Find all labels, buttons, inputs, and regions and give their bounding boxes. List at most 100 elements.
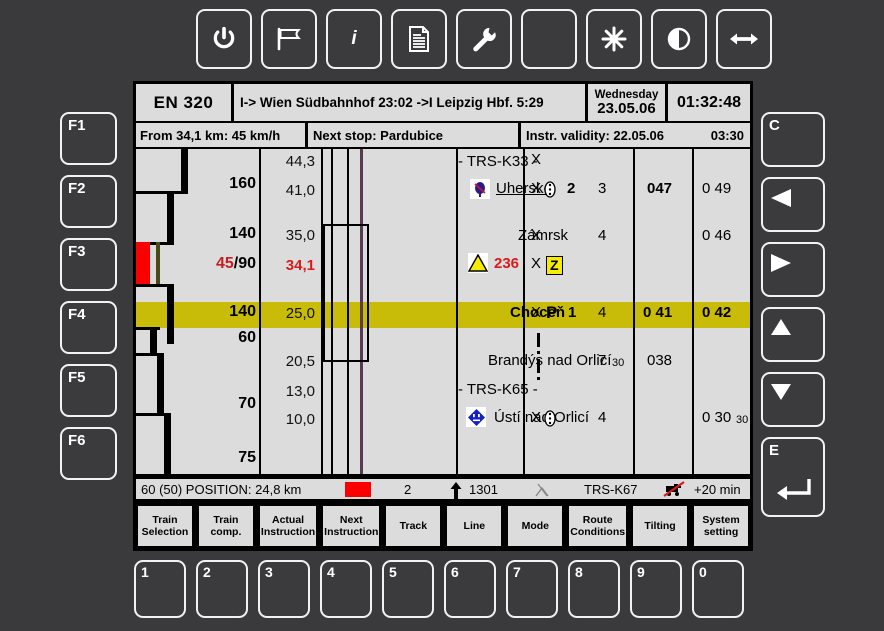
soft-button-route-conditions[interactable]: Route Conditions: [567, 504, 629, 548]
navigation-key-column: C E: [761, 112, 825, 517]
key-f5-label: F5: [68, 369, 86, 386]
key-7[interactable]: 7: [506, 560, 558, 618]
speed-limit-90: /90: [233, 255, 256, 272]
key-1-label: 1: [141, 564, 149, 580]
soft-button-track[interactable]: Track: [384, 504, 443, 548]
soft-button-system-setting[interactable]: System setting: [692, 504, 750, 548]
speed-profile-ladder: 160 140 45/90 140 60 70 75: [136, 149, 259, 475]
clock: 01:32:48: [668, 84, 750, 121]
departure-row8: 0 30: [702, 409, 732, 426]
speed-limit-160: 160: [229, 175, 256, 192]
station-diamond-icon: [466, 407, 486, 427]
key-f1[interactable]: F1: [60, 112, 117, 165]
row-name-1: - TRS-K33 -: [458, 153, 538, 170]
signal-mark-row4: X: [531, 255, 542, 272]
from-speed-info: From 34,1 km: 45 km/h: [136, 123, 305, 147]
soft-label-line1: Track: [399, 519, 428, 532]
wrench-button[interactable]: [456, 9, 512, 69]
signal-post-icon: [470, 179, 490, 199]
platform-row5: 4: [598, 304, 607, 321]
info-button[interactable]: i: [326, 9, 382, 69]
flag-button[interactable]: [261, 9, 317, 69]
key-0[interactable]: 0: [692, 560, 744, 618]
track-no-row2: 2: [567, 180, 576, 197]
soft-button-train-comp[interactable]: Train comp.: [196, 504, 255, 548]
z-badge-label: Z: [550, 257, 559, 273]
key-2-label: 2: [203, 564, 211, 580]
blank-button[interactable]: [521, 9, 577, 69]
brightness-button[interactable]: [586, 9, 642, 69]
down-arrow-key[interactable]: [761, 372, 825, 427]
arrival-row5: 0 41: [643, 304, 673, 321]
soft-button-next-instruction[interactable]: Next Instruction: [321, 504, 382, 548]
key-1[interactable]: 1: [134, 560, 186, 618]
resize-arrows-icon: [730, 33, 758, 45]
speed-limit-60: 60: [238, 329, 256, 346]
soft-button-actual-instruction[interactable]: Actual Instruction: [257, 504, 319, 548]
position-readout: 60 (50) POSITION: 24,8 km: [141, 481, 302, 497]
power-button[interactable]: [196, 9, 252, 69]
delay-indicator: +20 min: [694, 481, 741, 497]
next-stop-info: Next stop: Pardubice: [308, 123, 518, 147]
soft-button-train-selection[interactable]: Train Selection: [136, 504, 194, 548]
right-arrow-key[interactable]: [761, 242, 825, 297]
key-3[interactable]: 3: [258, 560, 310, 618]
key-2[interactable]: 2: [196, 560, 248, 618]
brightness-icon: [601, 26, 627, 52]
key-9-label: 9: [637, 564, 645, 580]
key-f6[interactable]: F6: [60, 427, 117, 480]
right-arrow-icon: [771, 253, 791, 272]
key-6-label: 6: [451, 564, 459, 580]
key-f4[interactable]: F4: [60, 301, 117, 354]
top-toolbar: i: [196, 9, 772, 69]
key-4[interactable]: 4: [320, 560, 372, 618]
key-f5[interactable]: F5: [60, 364, 117, 417]
key-9[interactable]: 9: [630, 560, 682, 618]
key-5[interactable]: 5: [382, 560, 434, 618]
track-number-status: 2: [404, 481, 412, 497]
key-f2[interactable]: F2: [60, 175, 117, 228]
key-8[interactable]: 8: [568, 560, 620, 618]
soft-label-line1: System: [702, 513, 740, 526]
arrival-row6: 038: [647, 352, 673, 369]
resize-button[interactable]: [716, 9, 772, 69]
left-arrow-key[interactable]: [761, 177, 825, 232]
function-key-column: F1 F2 F3 F4 F5 F6: [60, 112, 117, 480]
document-button[interactable]: [391, 9, 447, 69]
date-box: Wednesday 23.05.06: [588, 84, 665, 121]
track-no-row5: 1: [568, 304, 577, 321]
enter-key[interactable]: E: [761, 437, 825, 517]
key-f1-label: F1: [68, 117, 86, 134]
departure-row5: 0 42: [702, 304, 732, 321]
key-7-label: 7: [513, 564, 521, 580]
schedule-table: 160 140 45/90 140 60 70 75 44,3 41,0 35,…: [136, 149, 750, 475]
km-value-row2: 41,0: [285, 182, 315, 199]
document-icon: [409, 26, 429, 52]
key-f3[interactable]: F3: [60, 238, 117, 291]
key-f3-label: F3: [68, 243, 86, 260]
soft-button-line[interactable]: Line: [445, 504, 504, 548]
soft-label-line1: Tilting: [644, 519, 676, 532]
key-f2-label: F2: [68, 180, 86, 197]
km-value-row4: 34,1: [285, 257, 315, 274]
clear-key[interactable]: C: [761, 112, 825, 167]
p-badge-row5: P: [546, 303, 558, 322]
soft-label-line2: setting: [703, 526, 739, 538]
key-f6-label: F6: [68, 432, 86, 449]
platform-row2: 3: [598, 180, 607, 197]
key-6[interactable]: 6: [444, 560, 496, 618]
platform-row8: 4: [598, 409, 607, 426]
clear-key-label: C: [769, 117, 780, 134]
soft-label-line2: Selection: [141, 526, 189, 538]
soft-button-tilting[interactable]: Tilting: [631, 504, 690, 548]
key-f4-label: F4: [68, 306, 86, 323]
wrench-icon: [473, 27, 496, 52]
km-value-row6: 20,5: [285, 353, 315, 370]
train-number[interactable]: EN 320: [136, 84, 231, 121]
km-value-row8: 10,0: [285, 411, 315, 428]
soft-button-mode[interactable]: Mode: [506, 504, 565, 548]
signal-mark-row1: X: [531, 151, 542, 168]
contrast-button[interactable]: [651, 9, 707, 69]
soft-label-line2: Instruction: [324, 526, 379, 538]
up-arrow-key[interactable]: [761, 307, 825, 362]
